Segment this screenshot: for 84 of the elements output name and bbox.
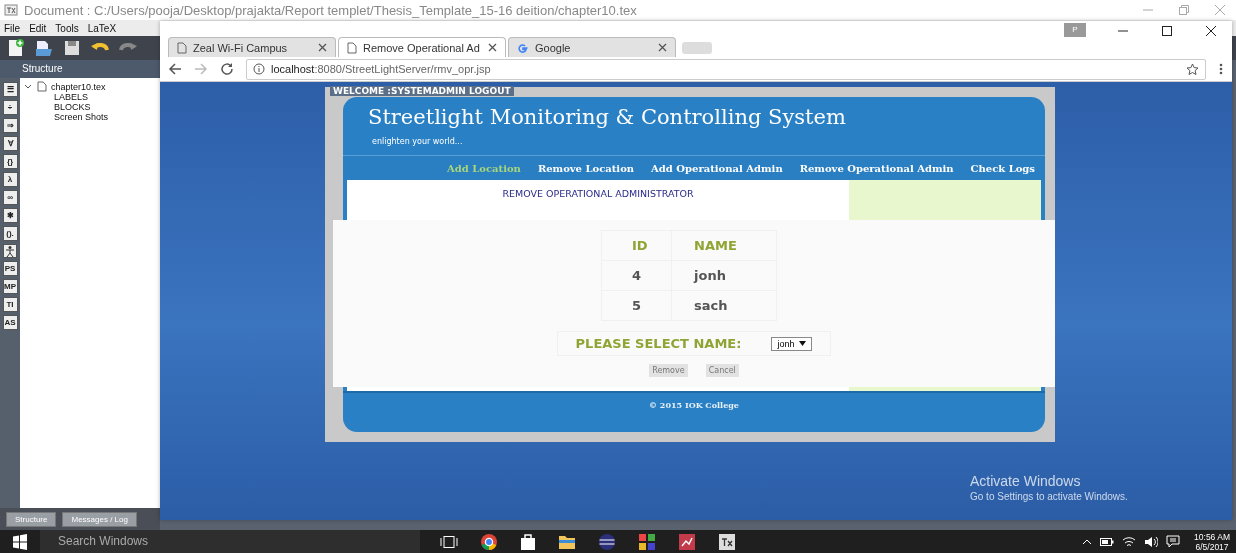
name-dropdown[interactable]: jonh (771, 336, 813, 351)
shopping-bag-icon[interactable] (520, 532, 536, 551)
symbol-tab[interactable]: ∞ (2, 190, 18, 205)
info-icon[interactable] (253, 63, 265, 75)
search-field[interactable]: Search Windows (40, 530, 420, 553)
tex-logo-icon (4, 4, 18, 16)
address-bar[interactable]: localhost:8080/StreetLightServer/rmv_opr.jsp (246, 58, 1206, 80)
site-title: Streetlight Monitoring & Controlling System (368, 105, 847, 129)
browser-tab[interactable]: Google (508, 37, 676, 57)
menu-item[interactable]: LaTeX (87, 22, 117, 34)
folder-icon[interactable] (558, 533, 576, 550)
close-icon[interactable] (1205, 25, 1217, 37)
form-button[interactable]: Remove (649, 364, 688, 377)
table-cell: 5 (601, 290, 672, 321)
nav-link[interactable]: Remove Operational Admin (799, 162, 954, 174)
open-file-icon[interactable] (34, 38, 54, 58)
form-button[interactable]: Cancel (705, 364, 739, 377)
symbol-tab[interactable]: (). (2, 226, 18, 241)
symbol-tab[interactable]: PS (2, 261, 18, 276)
task-view-icon[interactable] (440, 534, 458, 549)
windows-logo-icon[interactable] (12, 533, 28, 550)
symbol-tab[interactable]: TI (2, 297, 18, 312)
panel-header: Structure (0, 60, 160, 78)
nav-link[interactable]: Check Logs (970, 162, 1035, 174)
symbol-tab[interactable]: ÷ (2, 100, 18, 115)
notification-icon[interactable] (1166, 535, 1181, 548)
table-cell: jonh (671, 260, 777, 291)
activation-title: Activate Windows (970, 473, 1082, 489)
back-arrow-icon[interactable] (168, 62, 182, 76)
circle-logo-icon[interactable] (480, 532, 498, 551)
tagline: enlighten your world... (372, 137, 464, 146)
speaker-icon[interactable] (1144, 535, 1159, 548)
page-icon (347, 41, 357, 54)
stick-figure-icon[interactable] (3, 244, 17, 258)
copyright-text: © 2015 IOK College (649, 400, 739, 412)
tree-item[interactable]: Screen Shots (24, 112, 156, 122)
clock-date[interactable]: 6/5/2017 (1195, 541, 1229, 552)
tree-item[interactable]: BLOCKS (24, 102, 156, 112)
editor-app-icon[interactable] (718, 532, 736, 551)
star-icon[interactable] (1186, 62, 1199, 76)
page-icon (177, 41, 187, 54)
table-cell: 4 (601, 260, 672, 291)
menu-item[interactable]: Edit (29, 22, 47, 34)
tree-item[interactable]: chapter10.tex (51, 81, 106, 92)
symbol-tab[interactable]: {} (2, 154, 18, 169)
symbol-tab[interactable]: λ (2, 172, 18, 187)
save-icon[interactable] (62, 38, 82, 58)
activation-text: Go to Settings to activate Windows. (970, 491, 1128, 502)
battery-icon[interactable] (1100, 536, 1115, 547)
symbol-tab[interactable]: ☰ (2, 82, 18, 97)
chevron-down-icon[interactable] (24, 82, 32, 91)
menu-item[interactable]: Tools (55, 22, 79, 34)
nav-link[interactable]: Remove Location (537, 162, 635, 174)
document-icon (36, 81, 47, 92)
caret-up-icon[interactable] (1082, 537, 1093, 546)
symbol-tab[interactable]: AS (2, 315, 18, 330)
symbol-tab[interactable]: ∀ (2, 136, 18, 151)
column-header: ID (601, 230, 672, 261)
welcome-text: WELCOME :SYSTEMADMIN LOGOUT (330, 86, 514, 96)
wifi-icon[interactable] (1122, 535, 1137, 548)
maximize-icon[interactable] (1161, 25, 1173, 37)
symbol-tab[interactable]: ✱ (2, 208, 18, 223)
menu-icon[interactable] (1218, 62, 1224, 76)
new-file-icon[interactable] (6, 38, 26, 58)
colored-squares-icon[interactable] (638, 532, 656, 551)
clock-time[interactable]: 10:56 AM (1194, 531, 1230, 542)
reload-icon[interactable] (220, 62, 234, 76)
chart-app-icon[interactable] (678, 532, 696, 551)
field-label: PLEASE SELECT NAME: (575, 336, 742, 351)
column-header: NAME (671, 230, 777, 261)
table-cell: sach (671, 290, 777, 321)
symbol-tab[interactable]: ⇒ (2, 118, 18, 133)
sphere-icon[interactable] (598, 532, 616, 551)
caret-icon (799, 341, 807, 346)
browser-tab[interactable]: Remove Operational Ad (338, 37, 506, 57)
close-icon[interactable] (488, 43, 497, 52)
section-heading: REMOVE OPERATIONAL ADMINISTRATOR (501, 188, 695, 199)
nav-link[interactable]: Add Operational Admin (651, 162, 783, 174)
browser-tab[interactable]: Zeal Wi-Fi Campus (168, 37, 336, 57)
g-logo-icon (517, 41, 529, 54)
symbol-tab[interactable]: MP (2, 279, 18, 294)
window-title: Document : C:/Users/pooja/Desktop/prajakta/Report templet/Thesis_Template_15-16 deition/chapter10.tex (24, 2, 637, 18)
tree-item[interactable]: LABELS (24, 92, 156, 102)
menu-item[interactable]: File (4, 22, 21, 34)
